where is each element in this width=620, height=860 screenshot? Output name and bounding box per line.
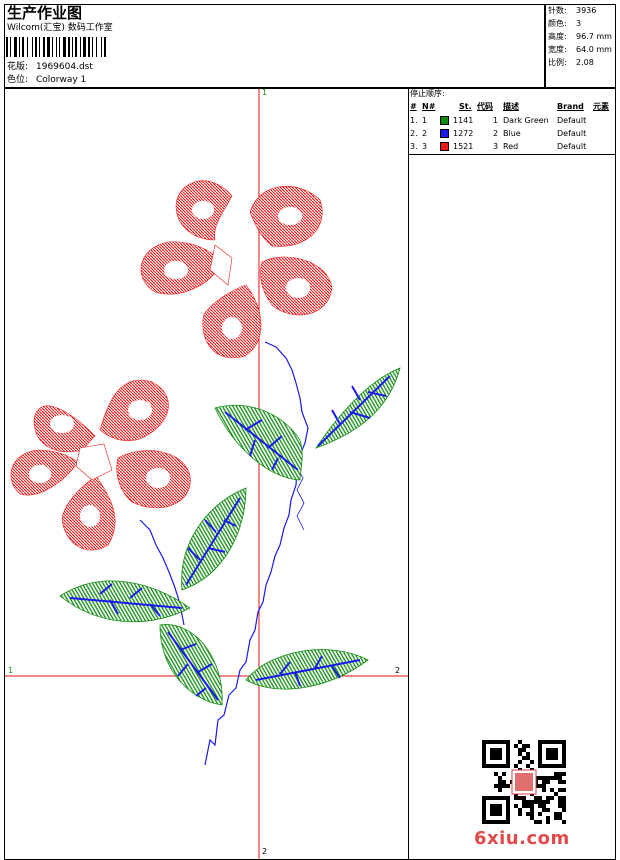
company-name: Wilcom(汇宝) 数码工作室 bbox=[7, 23, 113, 33]
col-header-elements: 元素 bbox=[593, 102, 609, 111]
stitches-label: 针数: bbox=[548, 6, 567, 15]
color-swatch-red bbox=[440, 142, 449, 151]
ratio-value: 2.08 bbox=[576, 58, 594, 67]
row-code: 2 bbox=[493, 129, 499, 138]
flower-lower bbox=[10, 379, 191, 551]
row-brand: Default bbox=[557, 142, 587, 151]
col-header-no: N# bbox=[422, 102, 436, 111]
col-header-num: # bbox=[410, 102, 417, 111]
height-value: 96.7 mm bbox=[576, 32, 612, 41]
page-title: 生产作业图 bbox=[7, 4, 83, 22]
stop-sequence-divider bbox=[408, 154, 616, 155]
col-header-brand: Brand bbox=[557, 102, 584, 111]
row-brand: Default bbox=[557, 129, 587, 138]
width-label: 宽度: bbox=[548, 45, 567, 54]
row-num: 2. bbox=[410, 129, 418, 138]
width-value: 64.0 mm bbox=[576, 45, 612, 54]
design-label: 花版: bbox=[7, 62, 29, 72]
stitches-value: 3936 bbox=[576, 6, 597, 15]
height-label: 高度: bbox=[548, 32, 567, 41]
axis-label-left: 1 bbox=[8, 666, 14, 675]
row-stitches: 1141 bbox=[453, 116, 474, 125]
col-header-st: St. bbox=[459, 102, 472, 111]
row-brand: Default bbox=[557, 116, 587, 125]
flower-center bbox=[209, 244, 233, 286]
stop-sequence-title: 停止顺序: bbox=[410, 89, 445, 98]
row-stitches: 1521 bbox=[453, 142, 474, 151]
row-desc: Blue bbox=[503, 129, 521, 138]
row-num: 1. bbox=[410, 116, 418, 125]
axis-label-top: 1 bbox=[262, 88, 268, 97]
row-no: 2 bbox=[422, 129, 428, 138]
row-code: 3 bbox=[493, 142, 499, 151]
col-header-desc: 描述 bbox=[503, 102, 519, 111]
design-filename: 1969604.dst bbox=[36, 62, 93, 72]
row-no: 1 bbox=[422, 116, 428, 125]
row-desc: Red bbox=[503, 142, 519, 151]
axis-label-right: 2 bbox=[395, 666, 401, 675]
colorway-value: Colorway 1 bbox=[36, 75, 87, 85]
color-swatch-green bbox=[440, 116, 449, 125]
qr-code bbox=[482, 740, 566, 824]
watermark: 6xiu.com bbox=[474, 828, 570, 849]
row-no: 3 bbox=[422, 142, 428, 151]
barcode bbox=[6, 37, 106, 57]
row-num: 3. bbox=[410, 142, 418, 151]
axis-label-bottom: 2 bbox=[262, 847, 268, 856]
row-code: 1 bbox=[493, 116, 499, 125]
row-desc: Dark Green bbox=[503, 116, 549, 125]
leaf-left bbox=[59, 580, 191, 623]
colors-value: 3 bbox=[576, 19, 582, 28]
colorway-label: 色位: bbox=[7, 75, 29, 85]
color-swatch-blue bbox=[440, 129, 449, 138]
flower-center bbox=[75, 443, 113, 481]
col-header-code: 代码 bbox=[477, 102, 493, 111]
row-stitches: 1272 bbox=[453, 129, 474, 138]
embroidery-design bbox=[5, 89, 408, 859]
ratio-label: 比例: bbox=[548, 58, 567, 67]
colors-label: 颜色: bbox=[548, 19, 567, 28]
